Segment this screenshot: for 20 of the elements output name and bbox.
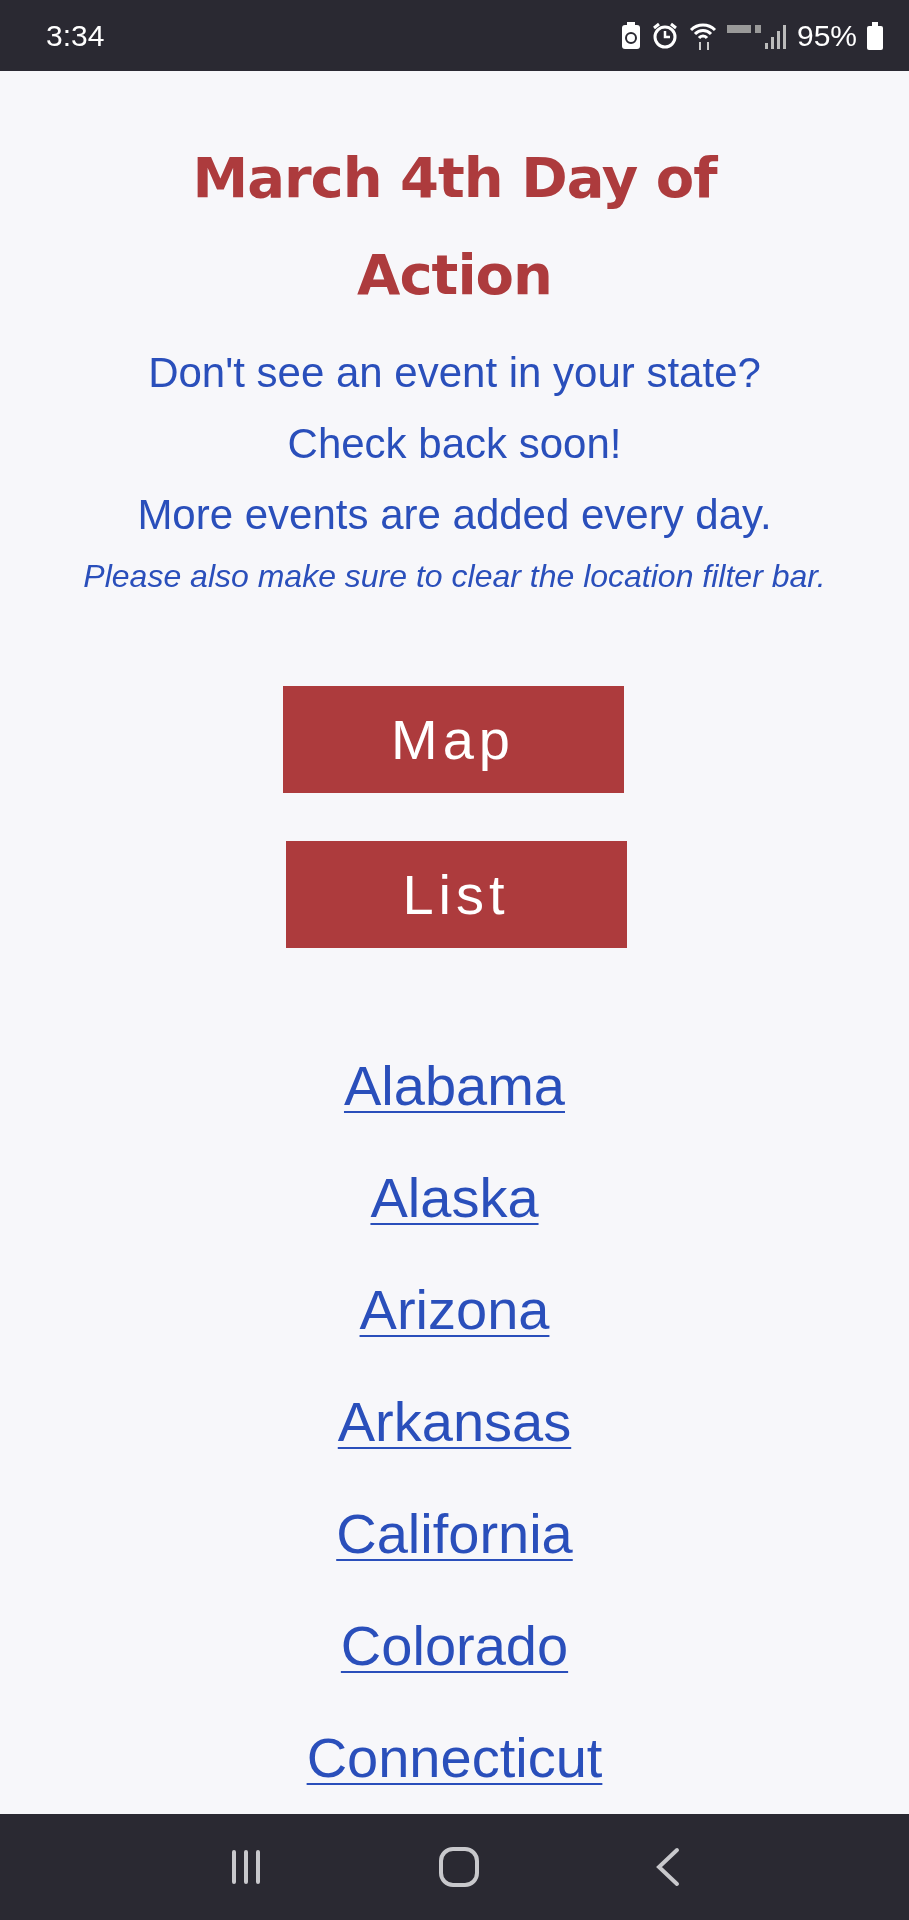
state-link[interactable]: Colorado bbox=[340, 1590, 569, 1702]
state-link[interactable]: Arkansas bbox=[337, 1366, 572, 1478]
filter-note: Please also make sure to clear the location filter bar. bbox=[82, 557, 827, 596]
battery-percent: 95% bbox=[796, 18, 857, 53]
map-button[interactable]: Map bbox=[282, 686, 624, 793]
state-link[interactable]: Alabama bbox=[343, 1030, 565, 1142]
state-link[interactable]: California bbox=[336, 1478, 573, 1590]
battery-saver-icon bbox=[620, 21, 641, 50]
status-time: 3:34 bbox=[46, 18, 106, 53]
info-message: Check back soon! bbox=[287, 419, 622, 469]
home-icon[interactable] bbox=[438, 1846, 481, 1888]
state-link[interactable]: Alaska bbox=[370, 1142, 539, 1254]
info-message: Don't see an event in your state? bbox=[148, 348, 761, 398]
page-title: March 4th Day of Action bbox=[191, 144, 719, 309]
list-button[interactable]: List bbox=[285, 841, 627, 948]
info-message: More events are added every day. bbox=[137, 490, 772, 540]
alarm-icon bbox=[650, 21, 679, 50]
battery-icon bbox=[867, 21, 883, 50]
state-link[interactable]: Arizona bbox=[359, 1254, 550, 1366]
state-link[interactable]: Connecticut bbox=[306, 1702, 603, 1814]
